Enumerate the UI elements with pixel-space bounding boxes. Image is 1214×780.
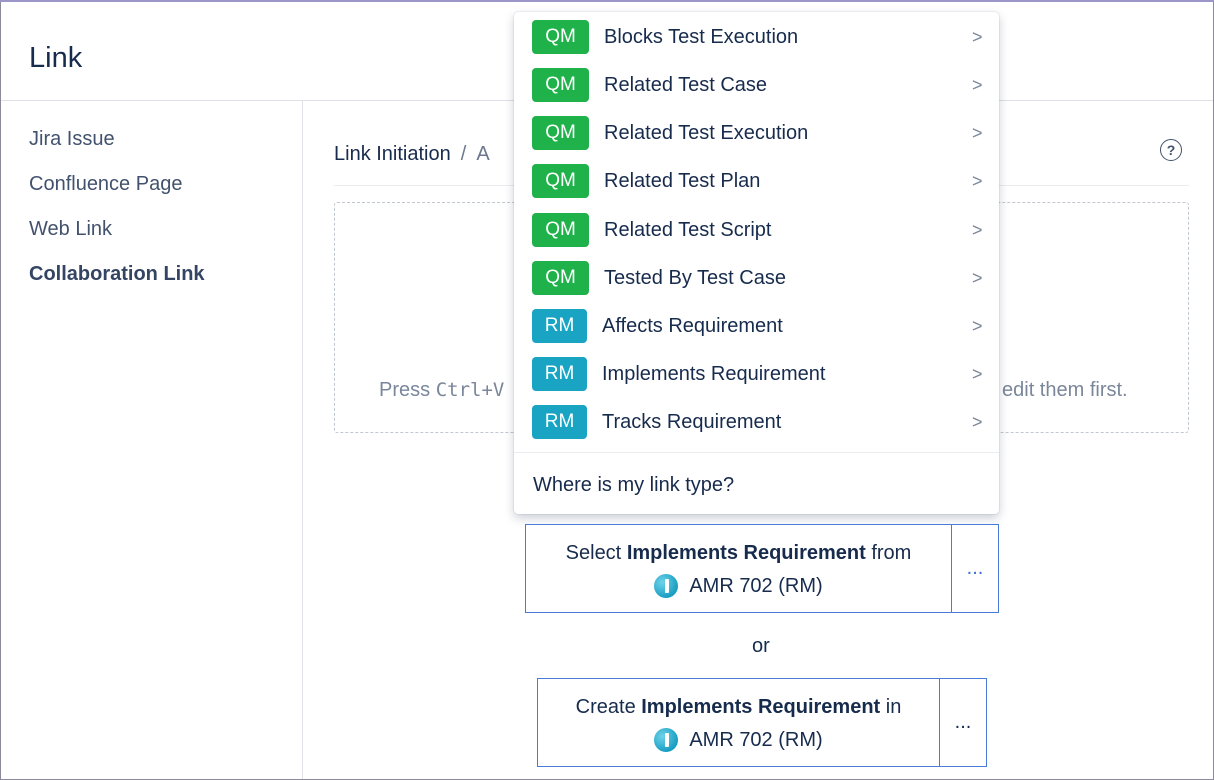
chevron-right-icon: > (972, 123, 983, 143)
select-from-project-button[interactable]: Select Implements Requirement from AMR 7… (526, 525, 952, 612)
chevron-right-icon: > (972, 268, 983, 288)
menu-item-label: Related Test Execution (604, 122, 809, 144)
dropzone-hint-left: Press Ctrl+V (379, 379, 505, 401)
rm-badge: RM (532, 405, 587, 439)
chevron-right-icon: > (972, 75, 983, 95)
menu-item-related-test-plan[interactable]: QM Related Test Plan > (514, 157, 999, 205)
menu-item-label: Related Test Case (604, 74, 768, 96)
breadcrumb-current: Link Initiation (334, 143, 451, 165)
chevron-right-icon: > (972, 220, 983, 240)
create-project: AMR 702 (RM) (538, 728, 939, 752)
chevron-right-icon: > (972, 27, 983, 47)
qm-badge: QM (532, 164, 589, 198)
qm-badge: QM (532, 20, 589, 54)
project-icon (654, 574, 679, 598)
or-separator: or (752, 635, 770, 657)
select-more-button[interactable]: ... (952, 525, 998, 612)
rm-badge: RM (532, 357, 587, 391)
menu-item-label: Tested By Test Case (604, 267, 786, 289)
chevron-right-icon: > (972, 316, 983, 336)
menu-item-blocks-test-execution[interactable]: QM Blocks Test Execution > (514, 13, 999, 61)
rm-badge: RM (532, 309, 587, 343)
menu-item-related-test-script[interactable]: QM Related Test Script > (514, 206, 999, 254)
select-action: Select Implements Requirement from AMR 7… (525, 524, 999, 613)
create-more-button[interactable]: ... (940, 679, 986, 766)
sidebar-item-confluence-page[interactable]: Confluence Page (29, 173, 182, 196)
dropzone-hint-right: edit them first. (1002, 379, 1128, 401)
menu-item-label: Affects Requirement (602, 315, 783, 337)
menu-item-label: Implements Requirement (602, 363, 826, 385)
menu-divider (514, 452, 999, 453)
create-project-name: AMR 702 (RM) (689, 728, 823, 751)
help-icon[interactable]: ? (1160, 139, 1182, 161)
qm-badge: QM (532, 213, 589, 247)
select-link-type: Implements Requirement (626, 542, 866, 564)
paste-shortcut: Ctrl+V (435, 379, 505, 401)
qm-badge: QM (532, 116, 589, 150)
project-icon (654, 728, 679, 752)
menu-item-label: Blocks Test Execution (604, 26, 799, 48)
select-project-name: AMR 702 (RM) (689, 574, 823, 597)
qm-badge: QM (532, 261, 589, 295)
menu-item-tracks-requirement[interactable]: RM Tracks Requirement > (514, 398, 999, 446)
menu-item-label: Tracks Requirement (602, 411, 782, 433)
create-action: Create Implements Requirement in AMR 702… (537, 678, 987, 767)
menu-item-label: Related Test Script (604, 219, 772, 241)
page-title: Link (29, 42, 83, 74)
sidebar-item-jira-issue[interactable]: Jira Issue (29, 128, 115, 151)
create-in-project-button[interactable]: Create Implements Requirement in AMR 702… (538, 679, 940, 766)
qm-badge: QM (532, 68, 589, 102)
breadcrumb-separator: / (460, 143, 467, 165)
breadcrumb: Link Initiation / A (334, 143, 490, 166)
breadcrumb-next[interactable]: A (476, 143, 489, 165)
menu-item-affects-requirement[interactable]: RM Affects Requirement > (514, 302, 999, 350)
chevron-right-icon: > (972, 171, 983, 191)
create-link-type: Implements Requirement (641, 696, 881, 718)
chevron-right-icon: > (972, 364, 983, 384)
select-project: AMR 702 (RM) (526, 574, 951, 598)
menu-item-implements-requirement[interactable]: RM Implements Requirement > (514, 350, 999, 398)
menu-item-related-test-execution[interactable]: QM Related Test Execution > (514, 109, 999, 157)
menu-item-label: Related Test Plan (604, 170, 761, 192)
link-type-help-link[interactable]: Where is my link type? (533, 474, 734, 497)
create-action-text: Create Implements Requirement in (575, 696, 902, 718)
menu-item-related-test-case[interactable]: QM Related Test Case > (514, 61, 999, 109)
menu-item-tested-by-test-case[interactable]: QM Tested By Test Case > (514, 254, 999, 302)
sidebar: Jira Issue Confluence Page Web Link Coll… (1, 101, 303, 779)
select-action-text: Select Implements Requirement from (565, 542, 912, 564)
sidebar-item-web-link[interactable]: Web Link (29, 218, 112, 241)
sidebar-item-collaboration-link[interactable]: Collaboration Link (29, 263, 205, 286)
chevron-right-icon: > (972, 412, 983, 432)
link-type-menu: QM Blocks Test Execution > QM Related Te… (514, 12, 999, 514)
